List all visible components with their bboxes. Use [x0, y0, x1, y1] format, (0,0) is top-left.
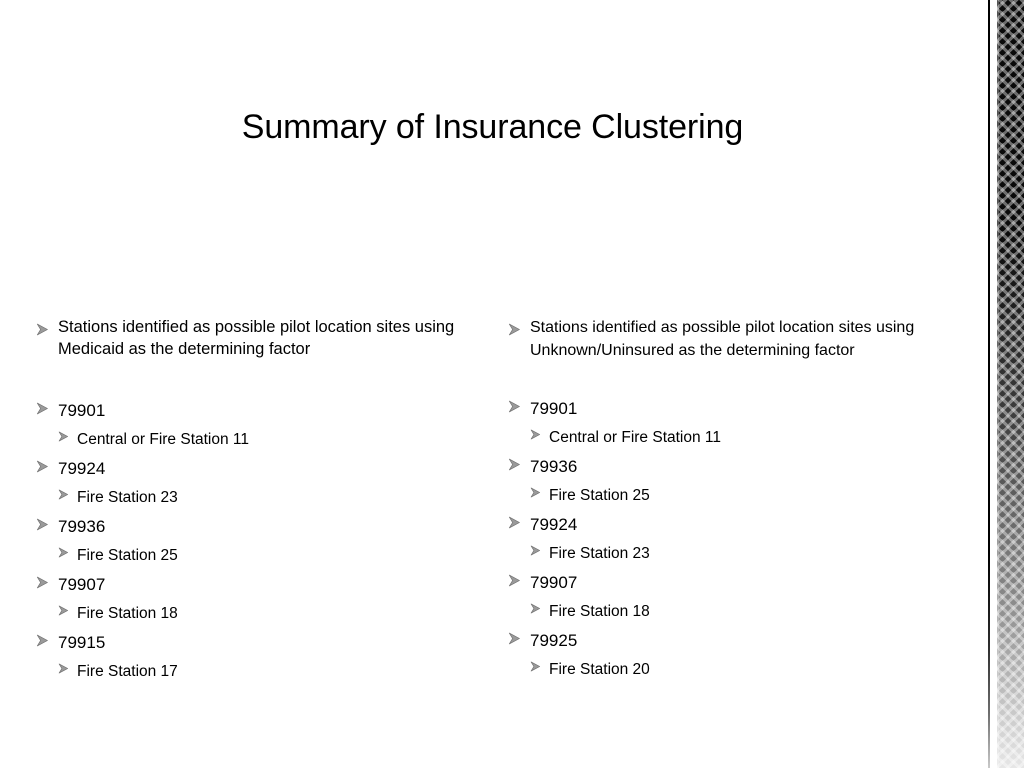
- content-column-left: Stations identified as possible pilot lo…: [36, 316, 484, 686]
- list-item-zip[interactable]: 79936: [508, 452, 986, 481]
- station-label: Central or Fire Station 11: [549, 429, 722, 446]
- zip-code-label: 79901: [58, 401, 106, 420]
- zip-group: 79936 Fire Station 25: [36, 512, 484, 570]
- arrowhead-bullet-icon: [36, 323, 49, 336]
- list-item-zip[interactable]: 79915: [36, 628, 484, 657]
- list-item-station[interactable]: Fire Station 23: [36, 483, 484, 512]
- arrowhead-bullet-icon: [508, 323, 521, 336]
- zip-group: 79901 Central or Fire Station 11: [36, 396, 484, 454]
- column-right-header-text: Stations identified as possible pilot lo…: [530, 319, 915, 359]
- zip-code-label: 79936: [530, 457, 578, 476]
- list-item-zip[interactable]: 79925: [508, 626, 986, 655]
- zip-group: 79915 Fire Station 17: [36, 628, 484, 686]
- list-item-zip[interactable]: 79907: [508, 568, 986, 597]
- list-item-station[interactable]: Fire Station 18: [36, 599, 484, 628]
- station-label: Fire Station 23: [77, 489, 178, 506]
- arrowhead-bullet-icon: [58, 663, 69, 674]
- arrowhead-bullet-icon: [36, 460, 49, 473]
- edge-texture-band: [997, 0, 1024, 768]
- column-right-header: Stations identified as possible pilot lo…: [508, 316, 986, 362]
- zip-group: 79925 Fire Station 20: [508, 626, 986, 684]
- list-item-zip[interactable]: 79924: [508, 510, 986, 539]
- column-left-header: Stations identified as possible pilot lo…: [36, 316, 484, 360]
- column-left-header-text: Stations identified as possible pilot lo…: [58, 318, 455, 358]
- station-label: Fire Station 20: [549, 661, 650, 678]
- list-item-station[interactable]: Fire Station 25: [508, 481, 986, 510]
- list-item-zip[interactable]: 79924: [36, 454, 484, 483]
- arrowhead-bullet-icon: [36, 518, 49, 531]
- column-left-group-list: 79901 Central or Fire Station 11 79924 Fire…: [36, 396, 484, 686]
- station-label: Fire Station 23: [549, 545, 650, 562]
- list-item-zip[interactable]: 79936: [36, 512, 484, 541]
- arrowhead-bullet-icon: [58, 431, 69, 442]
- arrowhead-bullet-icon: [530, 487, 541, 498]
- arrowhead-bullet-icon: [58, 489, 69, 500]
- zip-code-label: 79915: [58, 633, 106, 652]
- station-label: Fire Station 17: [77, 663, 178, 680]
- zip-group: 79924 Fire Station 23: [36, 454, 484, 512]
- zip-group: 79907 Fire Station 18: [36, 570, 484, 628]
- arrowhead-bullet-icon: [530, 545, 541, 556]
- arrowhead-bullet-icon: [530, 661, 541, 672]
- zip-code-label: 79924: [58, 459, 106, 478]
- arrowhead-bullet-icon: [36, 634, 49, 647]
- arrowhead-bullet-icon: [530, 429, 541, 440]
- column-right-group-list: 79901 Central or Fire Station 11 79936 Fire…: [508, 394, 986, 684]
- list-item-station[interactable]: Central or Fire Station 11: [508, 423, 986, 452]
- arrowhead-bullet-icon: [58, 547, 69, 558]
- station-label: Central or Fire Station 11: [77, 431, 250, 448]
- edge-vertical-rule: [988, 0, 990, 768]
- arrowhead-bullet-icon: [508, 516, 521, 529]
- zip-code-label: 79925: [530, 631, 578, 650]
- zip-group: 79907 Fire Station 18: [508, 568, 986, 626]
- zip-code-label: 79901: [530, 399, 578, 418]
- arrowhead-bullet-icon: [58, 605, 69, 616]
- zip-group: 79936 Fire Station 25: [508, 452, 986, 510]
- zip-code-label: 79924: [530, 515, 578, 534]
- list-item-station[interactable]: Central or Fire Station 11: [36, 425, 484, 454]
- list-item-station[interactable]: Fire Station 20: [508, 655, 986, 684]
- arrowhead-bullet-icon: [530, 603, 541, 614]
- list-item-station[interactable]: Fire Station 25: [36, 541, 484, 570]
- station-label: Fire Station 18: [77, 605, 178, 622]
- arrowhead-bullet-icon: [508, 574, 521, 587]
- zip-code-label: 79907: [58, 575, 106, 594]
- list-item-zip[interactable]: 79907: [36, 570, 484, 599]
- list-item-station[interactable]: Fire Station 23: [508, 539, 986, 568]
- slide-canvas: Summary of Insurance Clustering Stations…: [0, 0, 1024, 768]
- list-item-zip[interactable]: 79901: [36, 396, 484, 425]
- page-title: Summary of Insurance Clustering: [241, 108, 744, 146]
- zip-group: 79924 Fire Station 23: [508, 510, 986, 568]
- arrowhead-bullet-icon: [508, 458, 521, 471]
- list-item-station[interactable]: Fire Station 18: [508, 597, 986, 626]
- station-label: Fire Station 25: [549, 487, 650, 504]
- zip-code-label: 79936: [58, 517, 106, 536]
- list-item-zip[interactable]: 79901: [508, 394, 986, 423]
- arrowhead-bullet-icon: [36, 576, 49, 589]
- arrowhead-bullet-icon: [508, 400, 521, 413]
- station-label: Fire Station 18: [549, 603, 650, 620]
- arrowhead-bullet-icon: [36, 402, 49, 415]
- station-label: Fire Station 25: [77, 547, 178, 564]
- zip-group: 79901 Central or Fire Station 11: [508, 394, 986, 452]
- content-column-right: Stations identified as possible pilot lo…: [508, 316, 986, 684]
- list-item-station[interactable]: Fire Station 17: [36, 657, 484, 686]
- arrowhead-bullet-icon: [508, 632, 521, 645]
- zip-code-label: 79907: [530, 573, 578, 592]
